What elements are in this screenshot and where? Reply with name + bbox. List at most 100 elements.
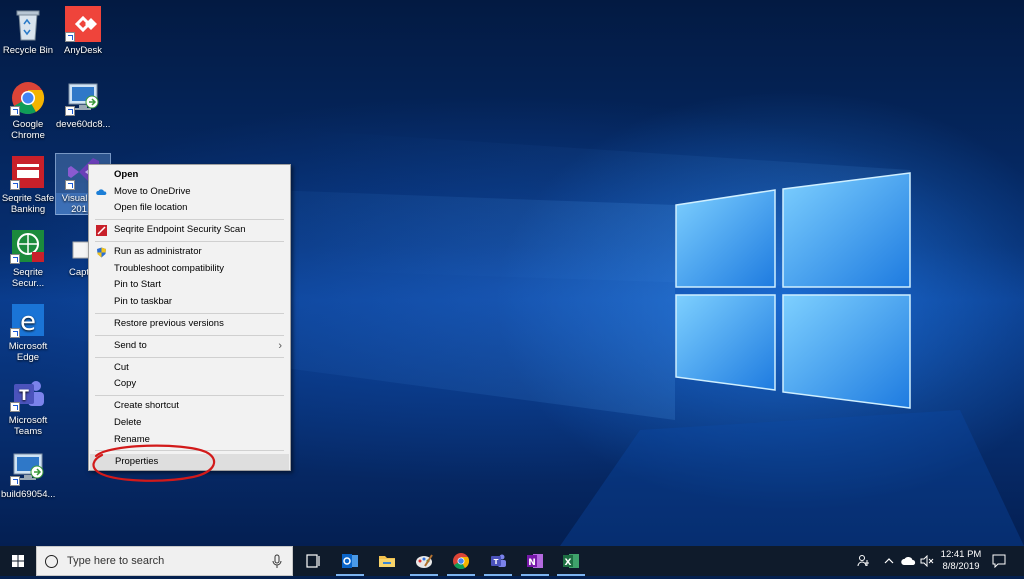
shortcut-arrow-icon	[10, 476, 20, 486]
desktop-icon-label: AnyDesk	[63, 45, 102, 56]
menu-item-label: Create shortcut	[114, 400, 179, 412]
svg-text:T: T	[19, 388, 29, 404]
menu-item-create-shortcut[interactable]: Create shortcut	[89, 398, 290, 415]
recycle-bin-icon	[10, 6, 46, 42]
menu-item-run-as-administrator[interactable]: Run as administrator	[89, 244, 290, 261]
taskbar-app-chrome[interactable]	[443, 546, 479, 576]
seqrite-scan-icon	[96, 225, 107, 237]
svg-text:X: X	[565, 558, 572, 568]
context-menu: Open Move to OneDrive Open file location…	[88, 164, 291, 471]
search-box[interactable]: Type here to search	[36, 546, 293, 576]
chevron-up-icon[interactable]	[884, 557, 894, 565]
svg-text:N: N	[528, 558, 536, 568]
taskbar: Type here to search T N X 12:41 PM 8/8/2…	[0, 546, 1024, 576]
chevron-right-icon: ›	[278, 339, 282, 352]
menu-item-move-to-onedrive[interactable]: Move to OneDrive	[89, 184, 290, 201]
seqrite-banking-icon	[10, 154, 46, 190]
menu-item-open[interactable]: Open	[89, 167, 290, 184]
microphone-icon[interactable]	[272, 554, 282, 569]
people-icon[interactable]	[857, 554, 871, 568]
menu-item-label: Pin to taskbar	[114, 295, 173, 307]
taskbar-app-outlook[interactable]	[332, 546, 368, 576]
volume-muted-icon[interactable]	[920, 555, 934, 567]
task-view-icon	[306, 554, 320, 568]
svg-text:T: T	[494, 558, 499, 566]
desktop-icon-google-chrome[interactable]: Google Chrome	[1, 80, 55, 141]
desktop-icon-label: deve60dc8...	[56, 119, 111, 130]
teams-icon: T	[491, 554, 506, 567]
menu-item-label: Move to OneDrive	[114, 185, 191, 197]
desktop-icon-label: Google Chrome	[11, 119, 45, 141]
menu-separator	[95, 334, 284, 336]
teams-icon: T	[10, 376, 46, 412]
desktop-icon-label: Seqrite Safe Banking	[1, 193, 55, 215]
outlook-icon	[342, 554, 358, 568]
menu-item-label: Seqrite Endpoint Security Scan	[114, 224, 246, 236]
desktop-icon-microsoft-edge[interactable]: e Microsoft Edge	[1, 302, 55, 363]
menu-separator	[95, 312, 284, 314]
menu-item-label: Pin to Start	[114, 279, 161, 291]
menu-item-label: Properties	[115, 455, 159, 467]
desktop-icon-recycle-bin[interactable]: Recycle Bin	[1, 6, 55, 56]
desktop-icon-label: Microsoft Teams	[8, 415, 48, 437]
shortcut-arrow-icon	[65, 106, 75, 116]
menu-item-restore-previous-versions[interactable]: Restore previous versions	[89, 316, 290, 333]
menu-item-pin-to-taskbar[interactable]: Pin to taskbar	[89, 294, 290, 311]
start-button[interactable]	[0, 546, 36, 576]
desktop-icon-seqrite-security[interactable]: Seqrite Secur...	[1, 228, 55, 289]
menu-item-label: Open	[114, 169, 139, 180]
desktop-icon-seqrite-safe-banking[interactable]: Seqrite Safe Banking	[1, 154, 55, 215]
chrome-icon	[453, 553, 470, 570]
shortcut-arrow-icon	[10, 106, 20, 116]
menu-item-pin-to-start[interactable]: Pin to Start	[89, 277, 290, 294]
menu-item-troubleshoot-compatibility[interactable]: Troubleshoot compatibility	[89, 261, 290, 278]
menu-item-rename[interactable]: Rename	[89, 432, 290, 449]
shortcut-arrow-icon	[65, 32, 75, 42]
system-clock[interactable]: 12:41 PM 8/8/2019	[936, 549, 986, 573]
desktop-icon-label: Microsoft Edge	[8, 341, 48, 363]
shortcut-arrow-icon	[65, 180, 75, 190]
menu-item-label: Send to	[114, 339, 147, 351]
task-view-button[interactable]	[295, 546, 331, 576]
menu-item-label: Cut	[114, 361, 129, 373]
onenote-icon: N	[527, 554, 543, 568]
menu-item-copy[interactable]: Copy	[89, 376, 290, 393]
menu-item-send-to[interactable]: Send to ›	[89, 338, 290, 355]
taskbar-app-file-explorer[interactable]	[369, 546, 405, 576]
menu-item-label: Copy	[114, 378, 137, 390]
shortcut-arrow-icon	[10, 180, 20, 190]
menu-item-properties[interactable]: Properties	[90, 453, 289, 471]
action-center-icon[interactable]	[992, 554, 1006, 568]
desktop-icon-label: Recycle Bin	[2, 45, 54, 56]
desktop-icon-microsoft-teams[interactable]: T Microsoft Teams	[1, 376, 55, 437]
search-placeholder: Type here to search	[67, 555, 165, 567]
folder-icon	[379, 556, 395, 567]
taskbar-app-paint[interactable]	[406, 546, 442, 576]
svg-text:e: e	[20, 307, 36, 337]
remote-desktop-icon	[65, 80, 101, 116]
menu-separator	[95, 240, 284, 242]
seqrite-security-icon	[10, 228, 46, 264]
onedrive-icon[interactable]	[901, 556, 917, 566]
edge-icon: e	[10, 302, 46, 338]
menu-item-delete[interactable]: Delete	[89, 415, 290, 432]
windows-logo-icon	[12, 555, 24, 567]
onedrive-icon	[96, 189, 107, 195]
menu-item-label: Delete	[114, 416, 142, 428]
desktop-icon-remote-desktop-2[interactable]: build69054...	[1, 450, 55, 500]
taskbar-app-onenote[interactable]: N	[517, 546, 553, 576]
taskbar-app-excel[interactable]: X	[553, 546, 589, 576]
uac-shield-icon	[97, 247, 106, 258]
menu-item-label: Run as administrator	[114, 246, 202, 258]
menu-separator	[95, 356, 284, 358]
clock-time: 12:41 PM	[940, 549, 982, 560]
menu-item-seqrite-scan[interactable]: Seqrite Endpoint Security Scan	[89, 222, 290, 239]
desktop-icon-label: Seqrite Secur...	[11, 267, 45, 289]
taskbar-app-teams[interactable]: T	[480, 546, 516, 576]
menu-separator	[95, 395, 284, 397]
desktop-icon-remote-desktop-1[interactable]: deve60dc8...	[56, 80, 110, 130]
menu-item-cut[interactable]: Cut	[89, 360, 290, 377]
desktop-icon-anydesk[interactable]: AnyDesk	[56, 6, 110, 56]
menu-item-open-file-location[interactable]: Open file location	[89, 200, 290, 217]
search-icon	[45, 555, 58, 568]
